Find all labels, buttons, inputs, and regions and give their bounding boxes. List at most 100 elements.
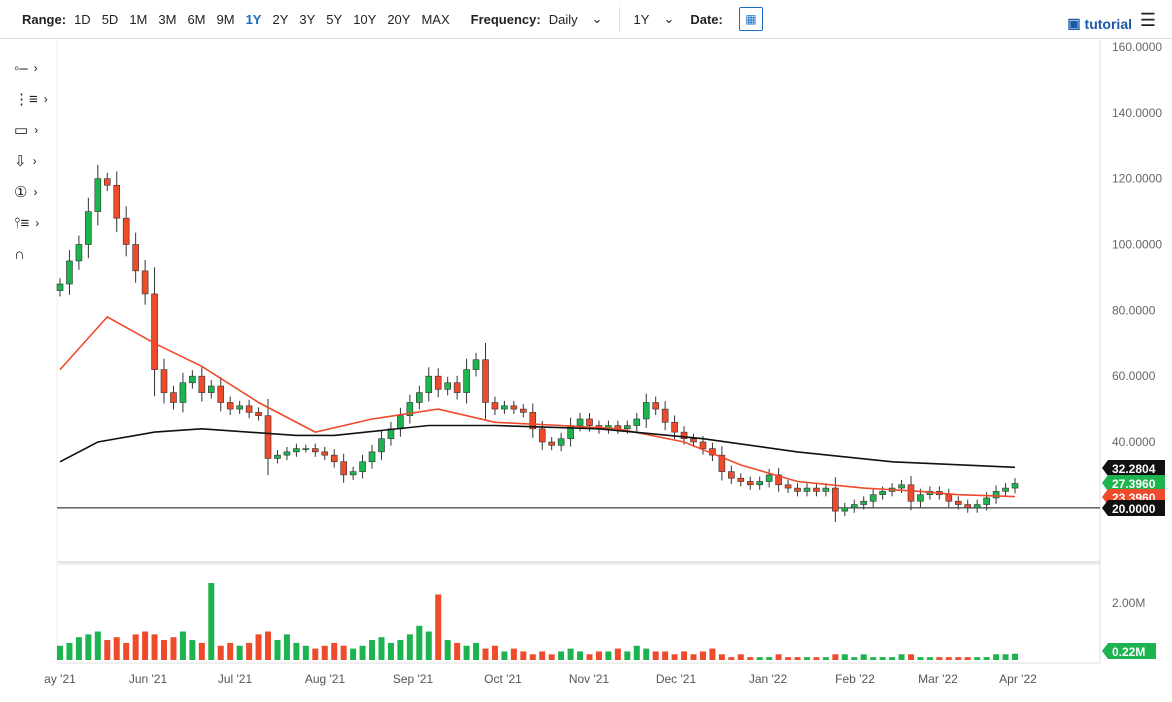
frequency-select[interactable]: Daily ⌄: [549, 11, 603, 27]
range-9m[interactable]: 9M: [217, 12, 235, 27]
range-5y[interactable]: 5Y: [326, 12, 342, 27]
candle: [595, 420, 603, 434]
candle: [359, 454, 366, 479]
tool-rectangle[interactable]: ▭ ›: [14, 120, 48, 140]
range-5d[interactable]: 5D: [102, 12, 119, 27]
tool-arrow[interactable]: ⇩ ›: [14, 151, 48, 171]
volume-bar: [907, 654, 914, 660]
volume-bar: [841, 654, 848, 660]
tool-annotation[interactable]: ① ›: [14, 182, 48, 202]
candle: [103, 172, 111, 192]
candle-body: [416, 392, 423, 403]
period-select[interactable]: 1Y ⌄: [634, 11, 675, 27]
candle: [472, 352, 480, 377]
candle-body: [170, 392, 177, 403]
candle-body: [236, 405, 243, 410]
candle: [406, 394, 414, 424]
candle: [463, 358, 470, 404]
candle-body: [926, 491, 934, 495]
volume-bar: [482, 648, 489, 660]
volume-tag-bg: [1102, 643, 1156, 659]
candle-body: [945, 494, 953, 502]
candle-body: [103, 178, 111, 186]
hamburger-menu-icon[interactable]: ☰: [1140, 10, 1156, 31]
candle-body: [311, 448, 319, 453]
volume-bar: [369, 640, 376, 660]
range-3y[interactable]: 3Y: [299, 12, 315, 27]
candle: [378, 430, 385, 460]
volume-bar: [198, 642, 205, 660]
candle-body: [510, 405, 518, 410]
candle-body: [567, 425, 574, 440]
price-tag-label: 20.0000: [1112, 502, 1156, 516]
candle-body: [274, 454, 281, 459]
range-1m[interactable]: 1M: [129, 12, 147, 27]
candle: [964, 499, 972, 513]
candle: [813, 483, 820, 497]
candle: [425, 367, 433, 402]
volume-bar: [416, 625, 423, 660]
candle-body: [661, 408, 669, 423]
candle-body: [888, 487, 896, 492]
candle: [444, 376, 451, 396]
volume-bar: [104, 640, 111, 660]
candle: [576, 413, 584, 432]
candle: [973, 499, 981, 513]
candle-body: [141, 270, 149, 295]
candle-body: [179, 382, 187, 403]
price-chart[interactable]: 40.0000 60.0000 80.0000 100.0000 120.0000 140…: [0, 0, 1172, 702]
range-6m[interactable]: 6M: [187, 12, 205, 27]
candle-body: [293, 448, 300, 453]
candle: [1002, 483, 1009, 497]
candle-body: [207, 385, 215, 393]
volume-bar: [255, 634, 262, 660]
tool-measure[interactable]: ⫯≡ ›: [14, 213, 48, 233]
tool-line[interactable]: ◦– ›: [14, 58, 48, 78]
volume-bar: [265, 631, 272, 660]
price-tag-bg: [1102, 500, 1165, 516]
candle-body: [340, 461, 347, 476]
chevron-down-icon: ⌄: [591, 11, 603, 26]
volume-bar: [539, 651, 546, 660]
candle: [746, 476, 754, 490]
candle: [567, 417, 574, 447]
tool-fibonacci[interactable]: ⋮≡ ›: [14, 89, 48, 109]
candle: [803, 483, 811, 497]
candle: [368, 444, 376, 469]
range-20y[interactable]: 20Y: [387, 12, 410, 27]
x-tick-label: Apr '22: [999, 672, 1037, 686]
tutorial-link[interactable]: ▣ tutorial: [1067, 15, 1132, 32]
candle-body: [642, 402, 650, 420]
x-tick-label: Jun '21: [129, 672, 168, 686]
candle-body: [557, 438, 565, 446]
range-1y[interactable]: 1Y: [246, 12, 262, 27]
range-2y[interactable]: 2Y: [272, 12, 288, 27]
tool-magnet[interactable]: ∩: [14, 244, 48, 264]
volume-bar: [501, 651, 508, 660]
candle: [349, 466, 357, 480]
calendar-icon[interactable]: ▦: [738, 7, 763, 31]
candle-body: [397, 415, 404, 430]
x-tick-label: Dec '21: [656, 672, 697, 686]
volume-bar: [775, 654, 782, 660]
range-10y[interactable]: 10Y: [353, 12, 376, 27]
volume-bar: [690, 654, 697, 660]
volume-bar: [558, 651, 565, 660]
candle-body: [605, 425, 612, 430]
range-max[interactable]: MAX: [421, 12, 449, 27]
candle: [1011, 478, 1019, 494]
range-3m[interactable]: 3M: [158, 12, 176, 27]
film-icon: ▣: [1067, 15, 1081, 31]
candle: [538, 420, 546, 450]
candle: [709, 442, 716, 462]
chevron-right-icon: ›: [32, 154, 37, 168]
volume-bar: [652, 651, 659, 660]
candle-body: [198, 375, 206, 393]
volume-bar: [406, 634, 413, 660]
candle-body: [56, 283, 64, 291]
volume-bar: [624, 651, 631, 660]
candle-body: [151, 293, 158, 370]
candle: [850, 499, 858, 513]
volume-bar: [132, 634, 139, 660]
range-1d[interactable]: 1D: [74, 12, 91, 27]
